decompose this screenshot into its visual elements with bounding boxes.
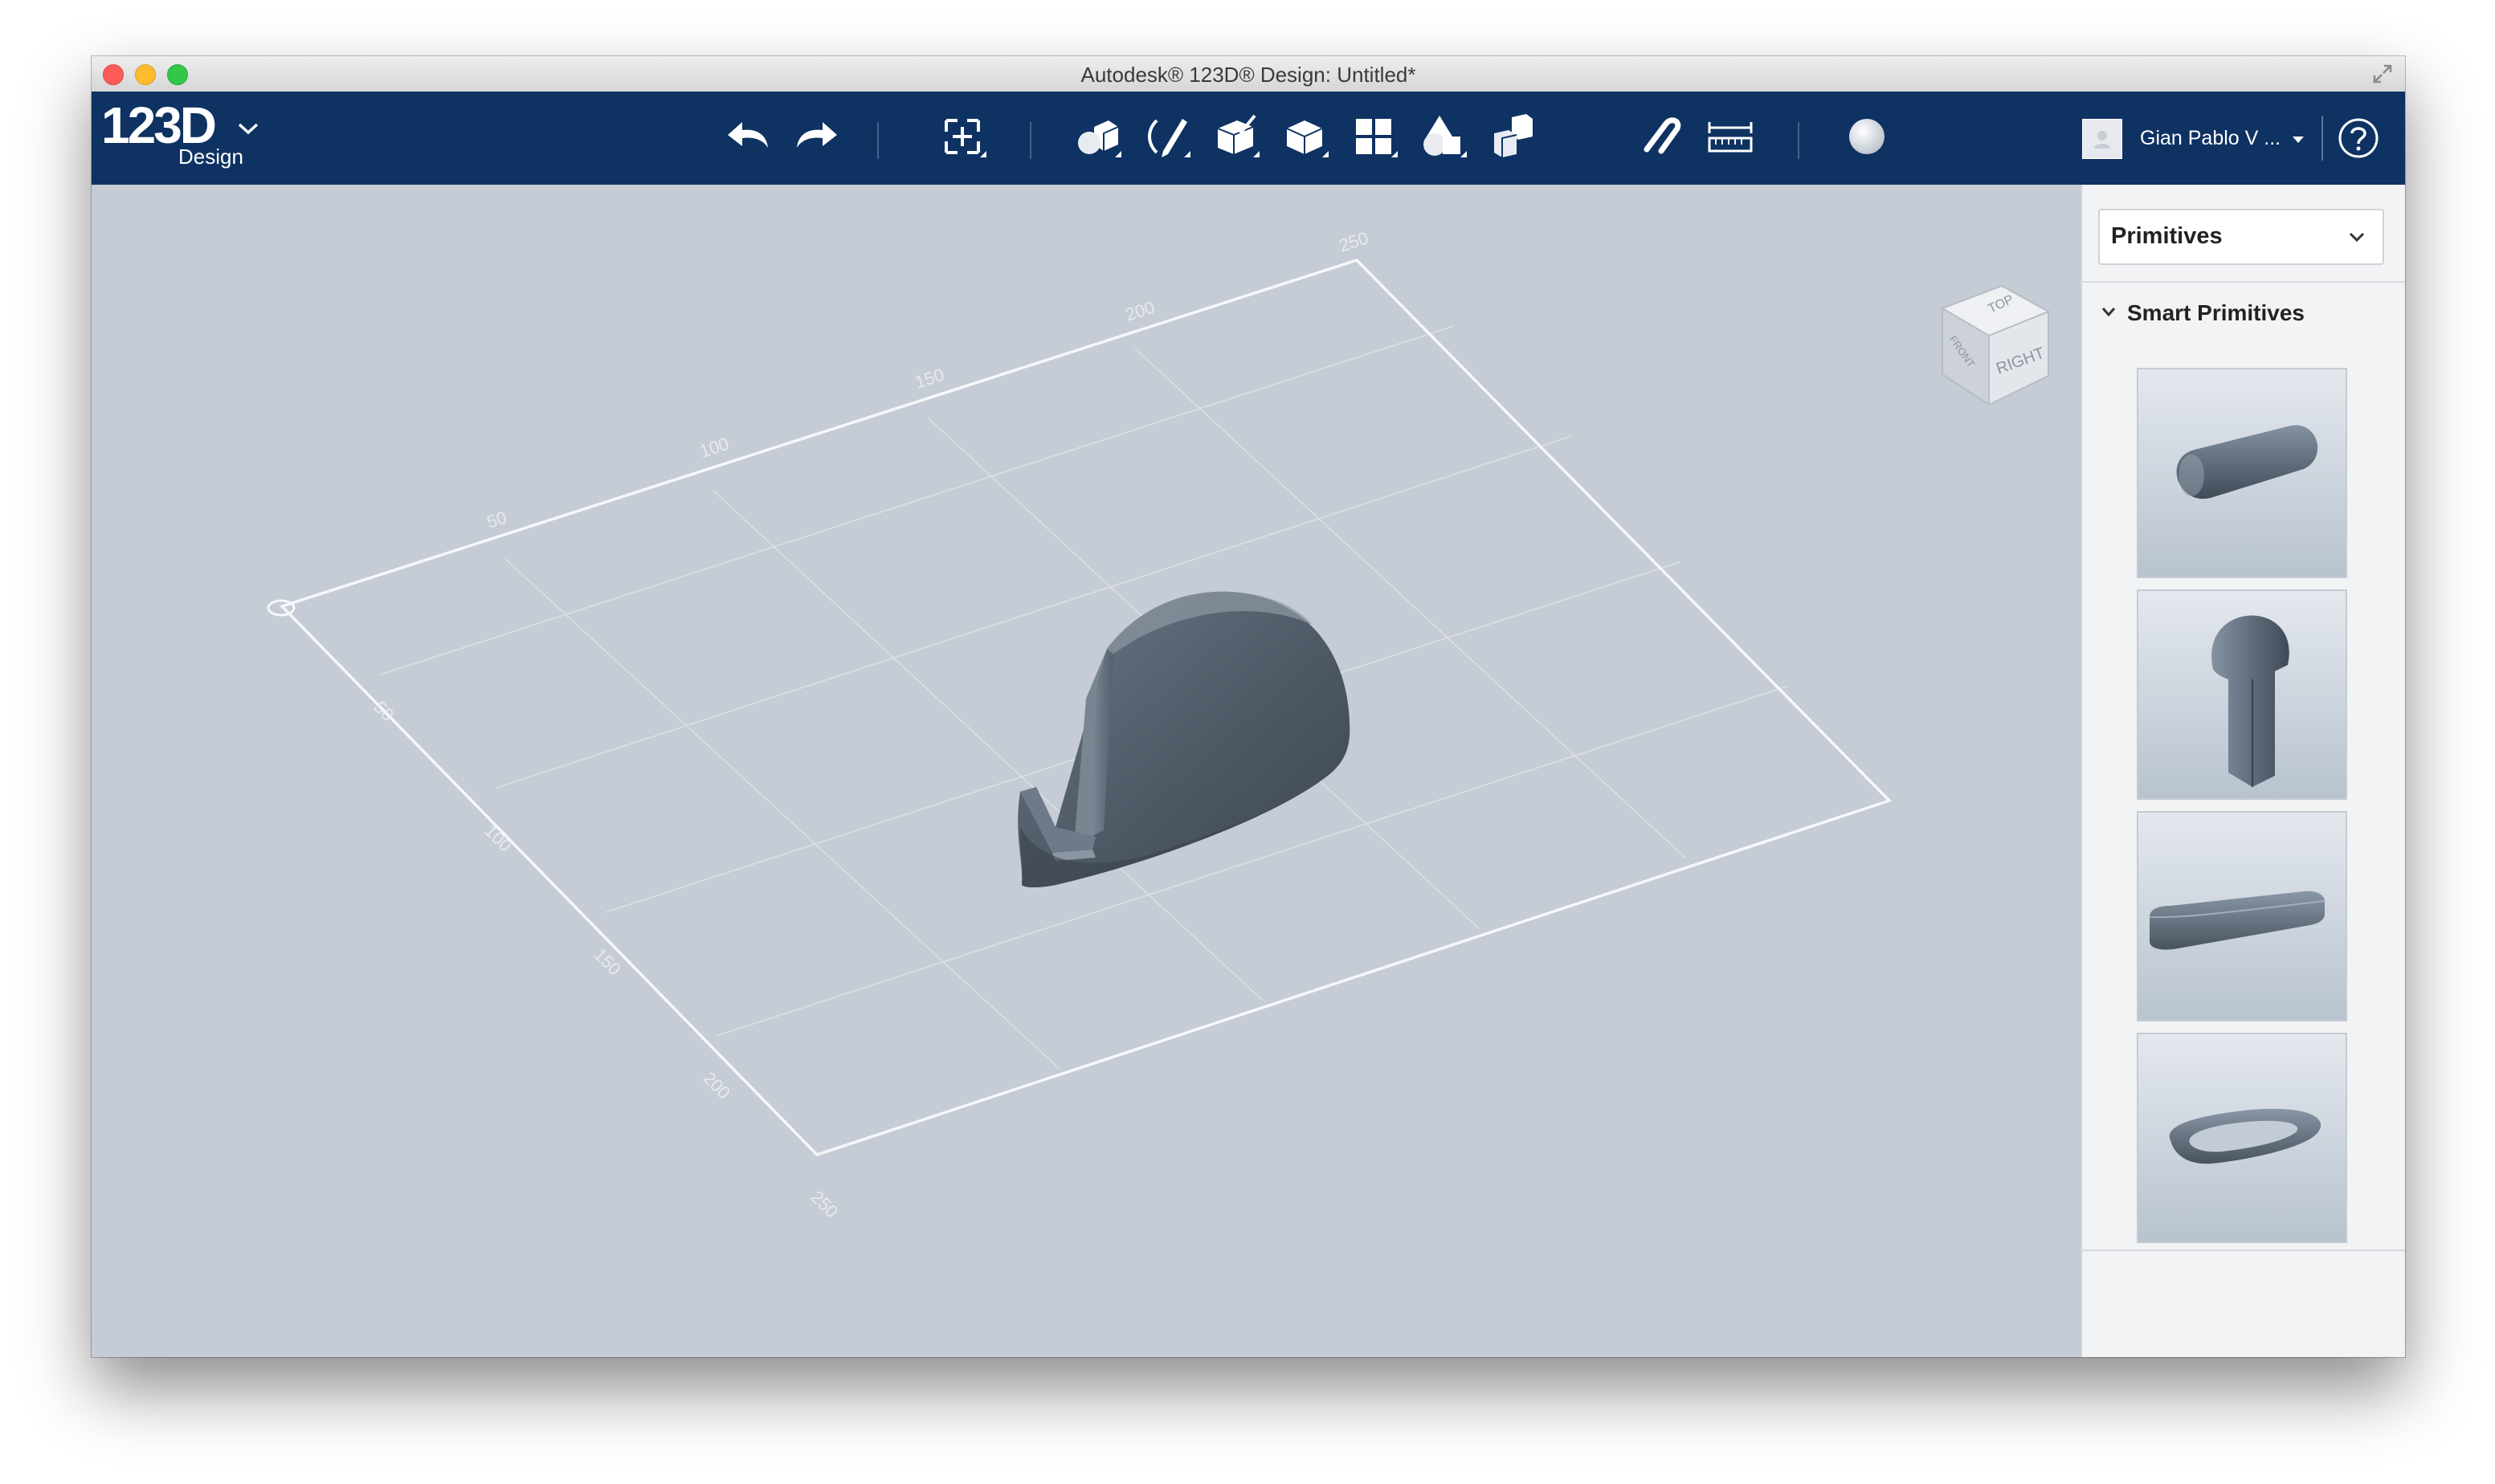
- grid-label-left-200: 200: [699, 1068, 734, 1103]
- undo-button[interactable]: [721, 109, 776, 164]
- measure-button[interactable]: [1703, 109, 1758, 164]
- main-toolbar: 123D Design Gian Pablo V ...: [92, 92, 2405, 185]
- redo-button[interactable]: [789, 109, 843, 164]
- grid-label-top-100: 100: [697, 434, 732, 462]
- toolbar-separator: [877, 122, 879, 159]
- toolbar-separator: [1030, 122, 1031, 159]
- construct-button[interactable]: [1208, 109, 1263, 164]
- grid-label-left-100: 100: [480, 821, 516, 856]
- chevron-down-icon: [238, 123, 259, 135]
- fullscreen-icon[interactable]: [2371, 63, 2394, 85]
- logo-text: 123D: [101, 96, 217, 154]
- divider: [2082, 1250, 2405, 1251]
- chevron-down-icon: [2349, 232, 2365, 243]
- dropdown-value: Primitives: [2111, 223, 2223, 249]
- title-bar: Autodesk® 123D® Design: Untitled*: [92, 56, 2405, 92]
- avatar[interactable]: [2082, 119, 2122, 159]
- combine-button[interactable]: [1484, 109, 1539, 164]
- ring-slot-icon: [2169, 1108, 2321, 1164]
- primitives-button[interactable]: [1070, 109, 1125, 164]
- transform-button[interactable]: [935, 109, 990, 164]
- material-button[interactable]: [1840, 109, 1894, 164]
- caret-down-icon[interactable]: [2291, 135, 2305, 145]
- keyhole-icon: [2211, 615, 2289, 787]
- measure-icon: [1708, 122, 1753, 153]
- group-button[interactable]: [1415, 109, 1470, 164]
- redo-icon: [797, 122, 837, 148]
- snap-button[interactable]: [1634, 109, 1689, 164]
- group-icon: [1423, 116, 1467, 157]
- logo-subtext: Design: [178, 145, 243, 169]
- grid-label-left-150: 150: [590, 944, 625, 980]
- section-title: Smart Primitives: [2127, 300, 2305, 325]
- app-window: Autodesk® 123D® Design: Untitled* 123D D…: [92, 56, 2405, 1357]
- user-icon: [2094, 131, 2110, 149]
- transform-icon: [945, 119, 986, 157]
- grid-label-top-250: 250: [1337, 228, 1371, 256]
- grid-label-top-200: 200: [1123, 297, 1158, 325]
- modify-button[interactable]: [1277, 109, 1332, 164]
- grid-label-top-150: 150: [913, 365, 947, 393]
- pattern-button[interactable]: [1346, 109, 1401, 164]
- help-icon[interactable]: [2338, 117, 2379, 159]
- sketch-button[interactable]: [1139, 109, 1194, 164]
- capsule-icon: [2176, 425, 2318, 499]
- 3d-viewport[interactable]: 50 100 150 200 250 50 100 150 200 250 TO…: [92, 185, 2081, 1357]
- pattern-icon: [1356, 119, 1398, 157]
- snap-icon: [1644, 117, 1681, 154]
- primitives-icon: [1078, 120, 1121, 157]
- undo-icon: [728, 122, 768, 148]
- material-icon: [1849, 119, 1885, 154]
- viewcube[interactable]: TOP RIGHT FRONT: [1934, 279, 2053, 411]
- construct-icon: [1217, 114, 1260, 157]
- grid-label-left-250: 250: [806, 1187, 842, 1222]
- model-phone-stand[interactable]: [1018, 591, 1350, 887]
- slot-icon: [2149, 891, 2326, 950]
- workplane-grid: 50 100 150 200 250 50 100 150 200 250: [267, 228, 1893, 1222]
- primitive-ring-slot[interactable]: [2137, 1033, 2347, 1243]
- category-dropdown[interactable]: Primitives: [2098, 209, 2384, 265]
- primitive-keyhole[interactable]: [2137, 589, 2347, 800]
- modify-icon: [1286, 120, 1329, 157]
- toolbar-separator: [2321, 116, 2323, 161]
- chevron-down-icon: [2101, 308, 2116, 316]
- primitive-capsule[interactable]: [2137, 368, 2347, 578]
- toolbar-separator: [1798, 122, 1799, 159]
- sketch-icon: [1148, 119, 1190, 157]
- primitive-slot[interactable]: [2137, 811, 2347, 1021]
- primitives-panel: Primitives Smart Primitives: [2081, 185, 2405, 1357]
- grid-label-top-50: 50: [484, 507, 509, 532]
- user-name[interactable]: Gian Pablo V ...: [2140, 127, 2281, 150]
- divider: [2082, 281, 2405, 283]
- combine-icon: [1494, 114, 1533, 157]
- window-title: Autodesk® 123D® Design: Untitled*: [1080, 63, 1416, 87]
